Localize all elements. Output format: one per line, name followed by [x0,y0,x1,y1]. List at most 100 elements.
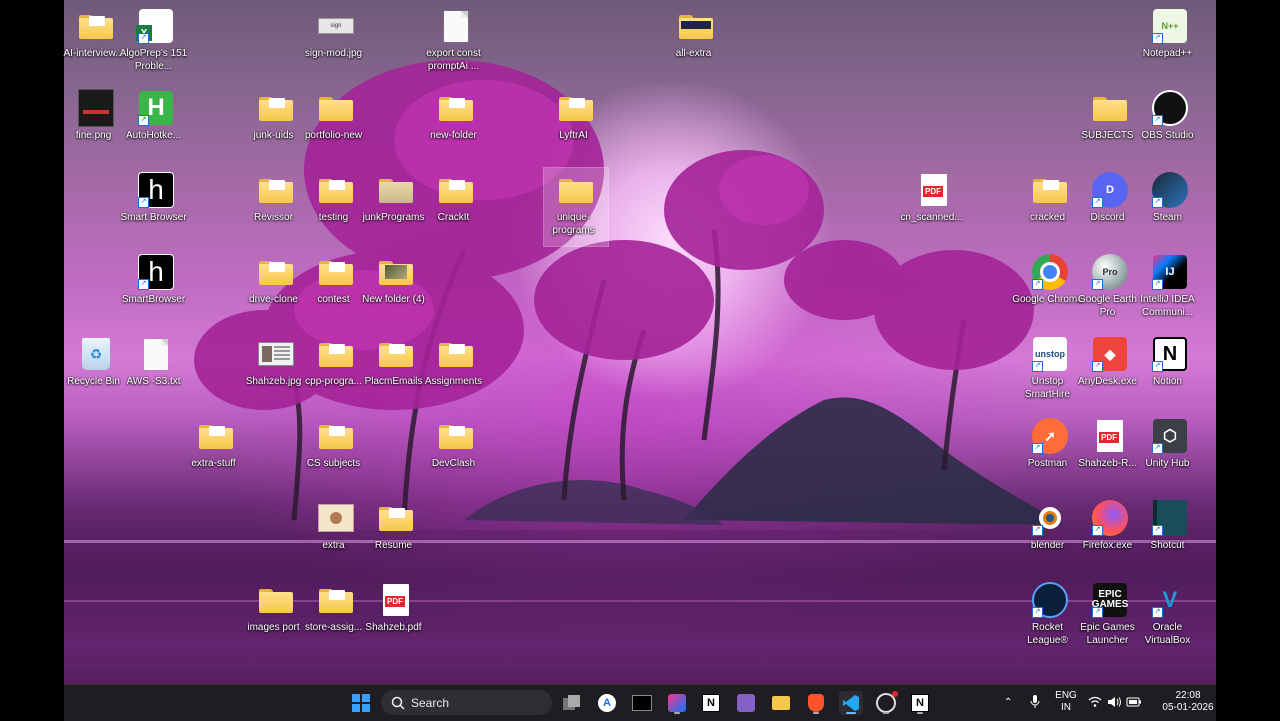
notion-icon: N [702,694,720,712]
desktop-icon-label: Shahzeb.pdf [365,622,422,633]
taskbar-notion-2[interactable]: N [908,691,932,715]
desktop-icon-postman[interactable]: ➚ ↗ Postman [1018,414,1082,492]
desktop-icon-smartbrowser2[interactable]: h ↗ SmartBrowser [122,250,188,328]
desktop-icon-crackit[interactable]: CrackIt [424,168,488,246]
h-app-icon: h ↗ [138,254,174,290]
shortcut-arrow-icon: ↗ [1092,607,1103,618]
desktop-icon-obs[interactable]: ↗ OBS Studio [1138,86,1202,164]
rocket-icon: ↗ [1032,582,1068,618]
desktop-icon-images-port[interactable]: images port [244,578,308,656]
desktop-icon-shahzeb-r[interactable]: PDF Shahzeb-R... [1078,414,1142,492]
desktop-icon-store-assig[interactable]: store-assig... [304,578,368,656]
desktop-icon-contest[interactable]: contest [304,250,368,328]
desktop-icon-label: Assignments [424,376,483,387]
desktop-icon-blender[interactable]: ↗ blender [1018,496,1082,574]
desktop-icon-firefox[interactable]: ↗ Firefox.exe [1078,496,1142,574]
desktop-icon-anydesk[interactable]: ◆ ↗ AnyDesk.exe [1078,332,1142,410]
desktop-icon-shotcut[interactable]: ↗ Shotcut [1138,496,1202,574]
taskbar-notion[interactable]: N [699,691,723,715]
taskbar-vscode[interactable] [839,691,863,715]
desktop-icon-cracked[interactable]: cracked [1018,168,1082,246]
notion-icon: N ↗ [1152,336,1188,372]
desktop-icon-junk-uids[interactable]: junk-uids [244,86,308,164]
taskbar-visual-studio[interactable] [734,691,758,715]
desktop-icon-lyftrai[interactable]: LyftrAI [544,86,608,164]
desktop-icon-notepadpp[interactable]: N++ ↗ Notepad++ [1138,4,1202,82]
battery-icon[interactable] [1126,696,1142,712]
desktop-icon-portfolio-new[interactable]: portfolio-new [304,86,368,164]
desktop-icon-extra[interactable]: extra [304,496,368,574]
desktop-icon-all-extra[interactable]: all-extra [664,4,728,82]
desktop-icon-drive-clone[interactable]: drive-clone [244,250,308,328]
folder-icon [318,254,354,290]
desktop-icon-fine-png[interactable]: fine.png [64,86,128,164]
desktop-icon-label: Shotcut [1150,540,1185,551]
desktop-icon-virtualbox[interactable]: V ↗ Oracle VirtualBox [1138,578,1202,656]
volume-icon[interactable] [1107,696,1122,712]
taskbar-terminal[interactable] [630,691,654,715]
desktop-icon-new-folder[interactable]: new-folder [424,86,488,164]
desktop-icon-cn-scanned[interactable]: PDF cn_scanned... [900,168,966,246]
desktop-icon-resume[interactable]: Resume [364,496,428,574]
desktop-icon-aws-s3[interactable]: AWS -S3.txt [124,332,188,410]
desktop-icon-discord[interactable]: D ↗ Discord [1078,168,1142,246]
microphone-icon[interactable] [1030,695,1040,713]
folder-gray-icon [378,172,414,208]
vbox-icon: V ↗ [1152,582,1188,618]
intellij-icon: IJ ↗ [1152,254,1188,290]
taskbar-brave[interactable] [804,691,828,715]
vscode-icon [843,695,859,711]
running-indicator [883,712,889,714]
desktop-icon-subjects[interactable]: SUBJECTS [1078,86,1142,164]
desktop-icon-shahzeb-pdf[interactable]: PDF Shahzeb.pdf [364,578,428,656]
search-box[interactable]: Search [381,690,552,715]
tray-overflow-chevron[interactable]: ⌃ [1004,697,1012,709]
desktop-icon-unstop[interactable]: unstop ↗ Unstop SmartHire [1018,332,1082,410]
shortcut-arrow-icon: ↗ [1032,361,1043,372]
desktop-icon-junkprograms[interactable]: junkPrograms [363,168,428,246]
desktop-icon-new-folder-4[interactable]: New folder (4) [362,250,428,328]
desktop-icon-autohotkey[interactable]: H ↗ AutoHotke... [124,86,188,164]
excel-icon: X↗ [136,8,174,44]
task-view-button[interactable] [560,691,584,715]
clock[interactable]: 22:08 05-01-2026 [1160,690,1216,714]
folder-plain-icon [1092,90,1128,126]
desktop-icon-unique-programs[interactable]: unique-programs [543,167,609,247]
intellij-icon [668,694,686,712]
desktop-icon-label: IntelliJ IDEA Communi... [1140,294,1195,318]
recycle-icon: ♻ [78,336,114,372]
desktop-icon-steam[interactable]: ↗ Steam [1138,168,1202,246]
desktop-icon-assignments[interactable]: Assignments [424,332,488,410]
desktop-icon-cpp-programs[interactable]: cpp-progra... [304,332,368,410]
desktop-icon-intellij[interactable]: IJ ↗ IntelliJ IDEA Communi... [1138,250,1202,328]
desktop-icon-revissor[interactable]: Revissor [244,168,308,246]
desktop-icon-unity-hub[interactable]: ⬡ ↗ Unity Hub [1138,414,1202,492]
desktop-icon-notion[interactable]: N ↗ Notion [1138,332,1202,410]
language-indicator[interactable]: ENG IN [1054,690,1078,714]
taskbar-appstore[interactable]: A [595,691,619,715]
taskbar-obs[interactable] [874,691,898,715]
taskbar: Search A N N ⌃ ENG IN 22:08 05-01-2026 [64,684,1216,721]
desktop-icon-shahzeb-jpg[interactable]: Shahzeb.jpg [244,332,308,410]
desktop-icon-export-const[interactable]: export const promptAi ... [424,4,488,82]
wifi-icon[interactable] [1088,696,1102,712]
desktop-icon-cs-subjects[interactable]: CS subjects [304,414,368,492]
desktop-icon-devclash[interactable]: DevClash [424,414,488,492]
folder-icon [438,90,474,126]
desktop-icon-recycle-bin[interactable]: ♻ Recycle Bin [64,332,128,410]
folder-icon [438,418,474,454]
shortcut-arrow-icon: ↗ [138,197,149,208]
desktop-icon-testing[interactable]: testing [304,168,368,246]
desktop-icon-placmemails[interactable]: PlacmEmails [364,332,428,410]
desktop-icon-smart-browser[interactable]: h ↗ Smart Browser [120,168,188,246]
desktop-icon-algoprep[interactable]: X↗ AlgoPrep's 151 Proble... [120,4,188,82]
desktop-icon-extra-stuff[interactable]: extra-stuff [184,414,248,492]
taskbar-file-explorer[interactable] [769,691,793,715]
brave-icon [808,694,824,712]
running-indicator [674,712,680,714]
taskbar-intellij[interactable] [665,691,689,715]
folder-icon [198,418,234,454]
start-button[interactable] [349,691,373,715]
folder-icon [78,8,114,44]
desktop-icon-sign-mod[interactable]: sign sign-mod.jpg [304,4,368,82]
